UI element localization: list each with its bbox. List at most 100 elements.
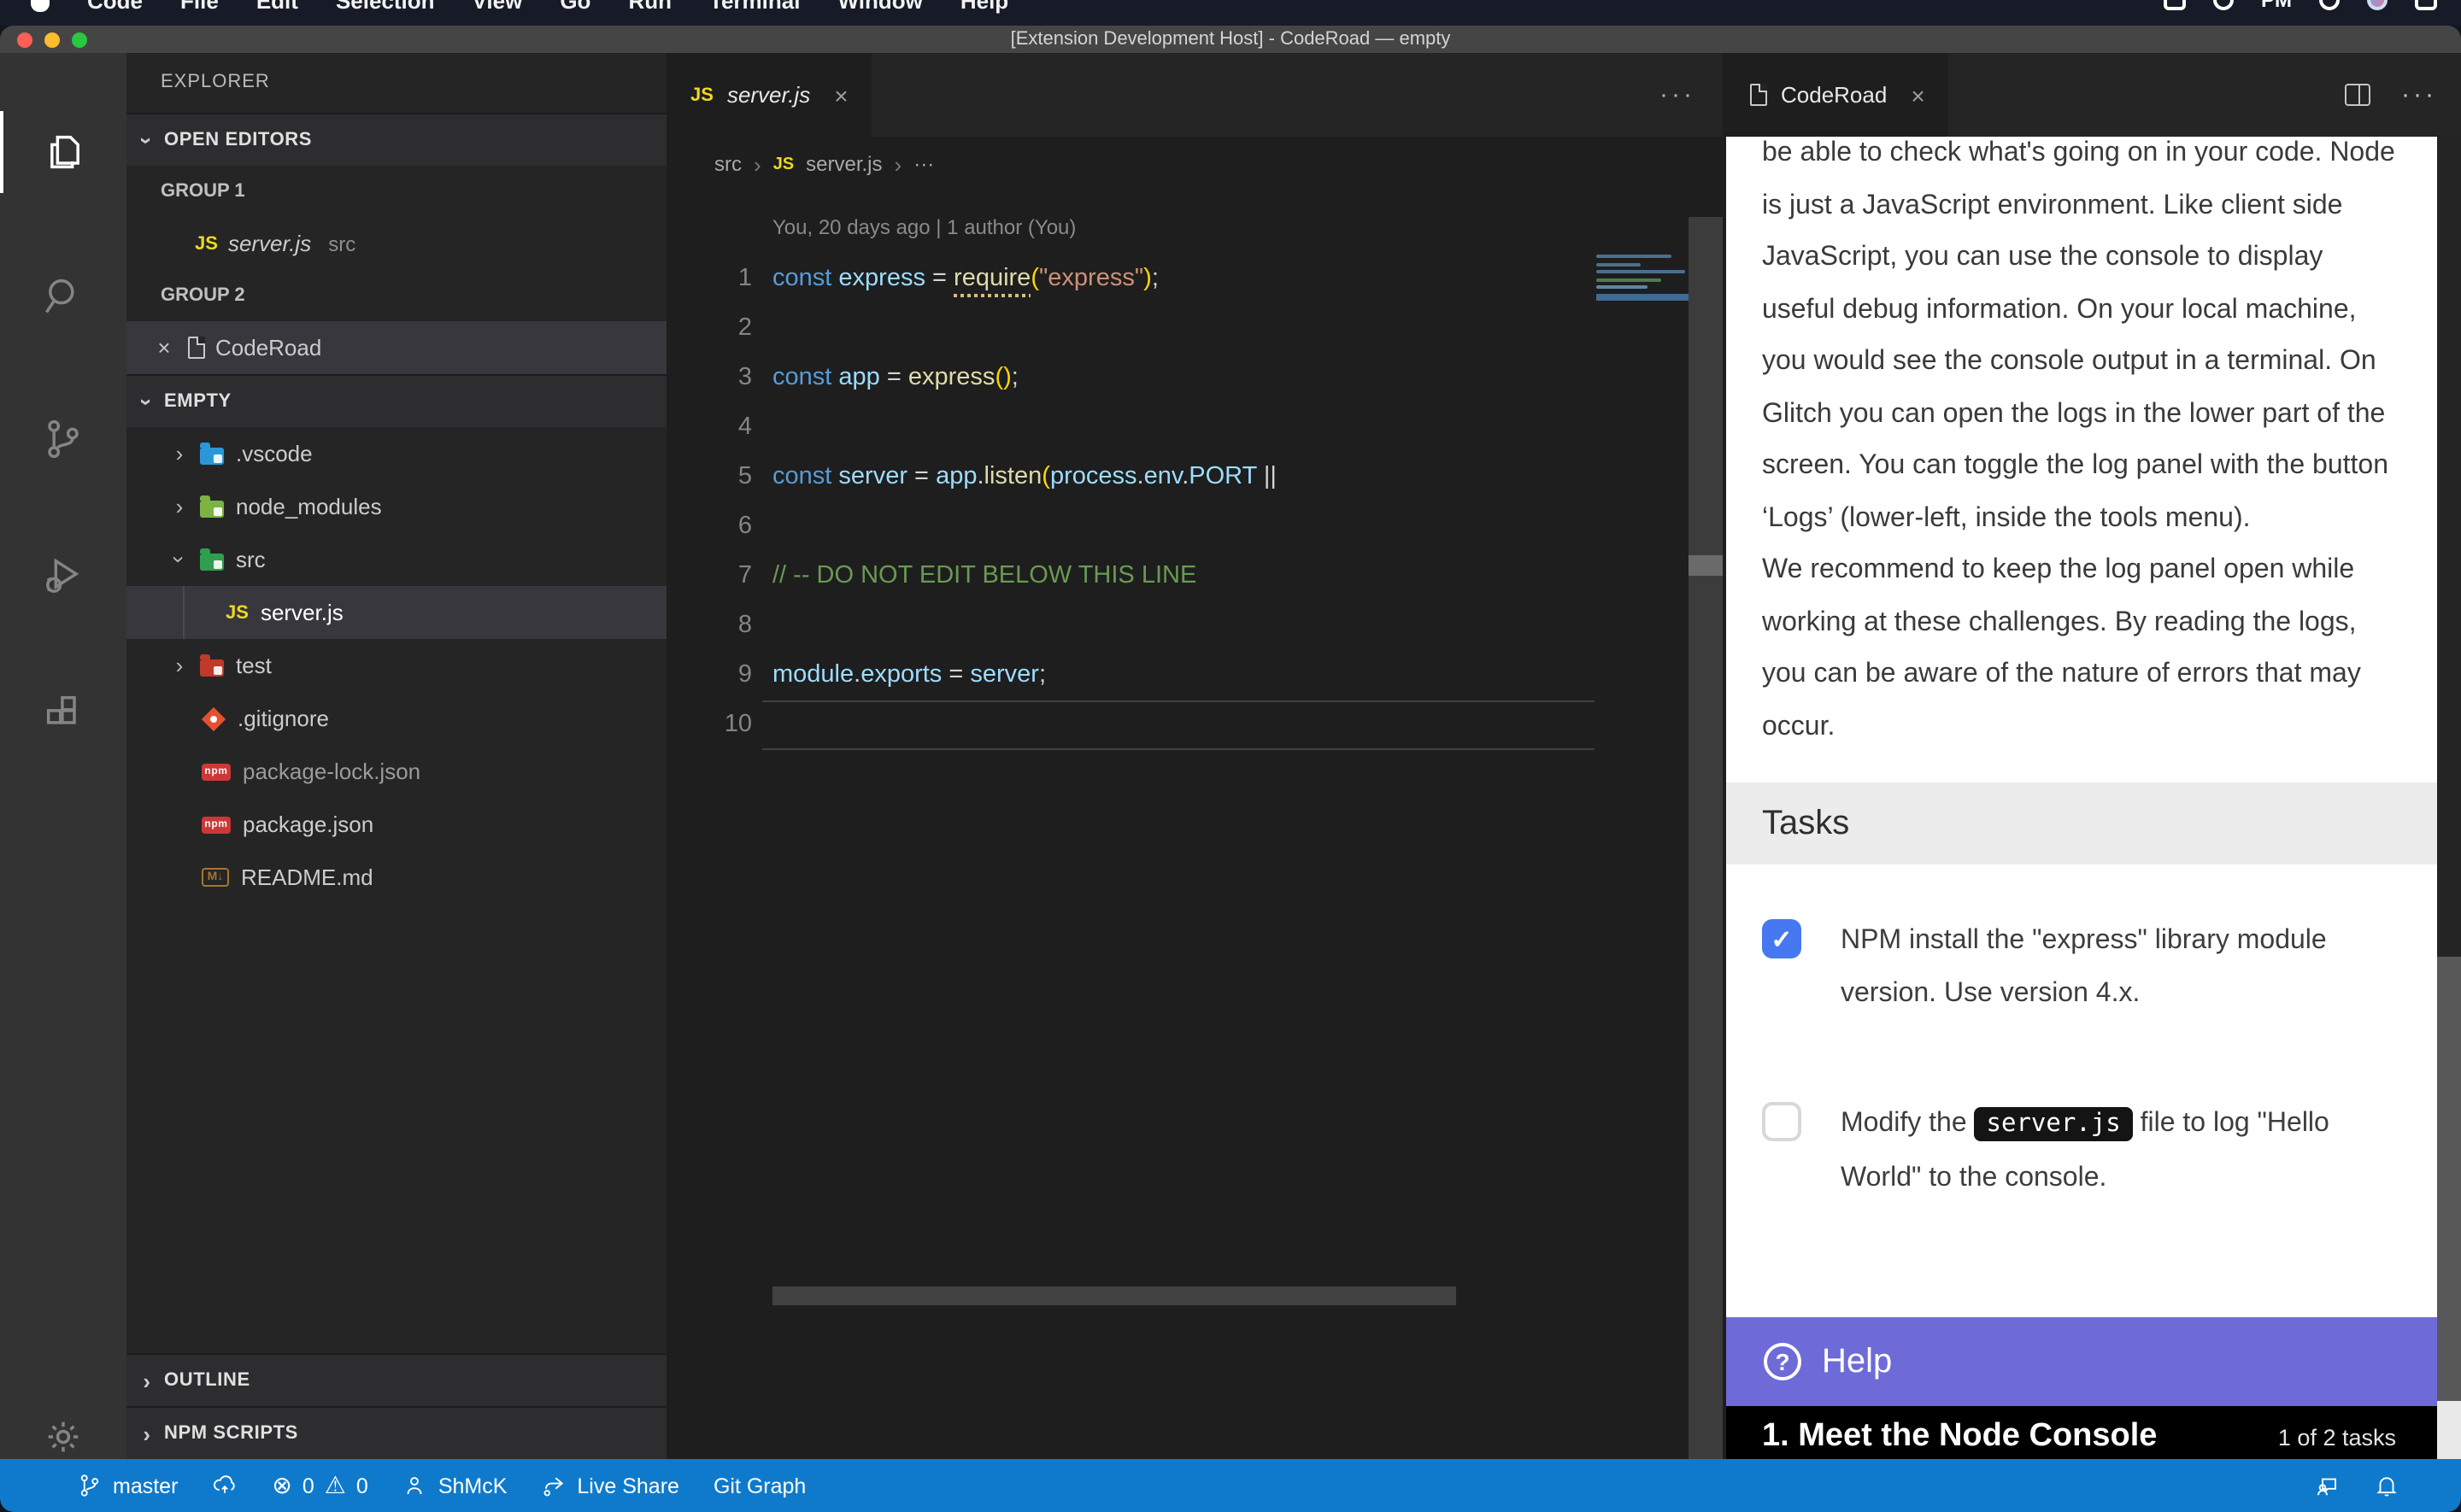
menu-item-window[interactable]: Window <box>837 0 922 13</box>
breadcrumb-separator-icon: › <box>895 151 902 177</box>
control-center-icon[interactable] <box>2415 0 2437 9</box>
code-line-6[interactable]: 6 <box>667 502 1723 552</box>
js-file-icon: JS <box>226 602 249 623</box>
macos-menu-bar: Code File Edit Selection View Go Run Ter… <box>0 0 2461 26</box>
notifications-button[interactable] <box>2374 1473 2399 1498</box>
menu-item-edit[interactable]: Edit <box>256 0 298 13</box>
live-share-button[interactable]: Live Share <box>541 1473 679 1498</box>
problems-status[interactable]: ⊗ 0 ⚠ 0 <box>272 1471 367 1500</box>
menu-item-file[interactable]: File <box>180 0 219 13</box>
tree-item-gitignore[interactable]: .gitignore <box>126 692 667 745</box>
git-graph-button[interactable]: Git Graph <box>714 1474 806 1497</box>
window-title-bar[interactable]: [Extension Development Host] - CodeRoad … <box>0 26 2461 53</box>
tree-item-readme[interactable]: M↓ README.md <box>126 851 667 904</box>
chevron-down-icon: › <box>134 130 160 150</box>
menu-item-go[interactable]: Go <box>560 0 590 13</box>
siri-icon[interactable] <box>2367 0 2388 10</box>
npm-icon: npm <box>202 816 231 833</box>
split-editor-icon[interactable] <box>2345 84 2370 106</box>
battery-icon[interactable] <box>2164 0 2186 9</box>
tab-coderoad[interactable]: CodeRoad × <box>1726 53 1949 137</box>
task-item-npm-install: ✓ NPM install the "express" library modu… <box>1762 914 2386 1020</box>
spotlight-icon[interactable] <box>2319 0 2340 10</box>
task-item-modify-server: Modify the server.js file to log "Hello … <box>1762 1097 2386 1204</box>
folder-section-header[interactable]: › EMPTY <box>126 374 667 427</box>
close-tab-icon[interactable]: × <box>834 81 848 108</box>
scrollbar-thumb[interactable] <box>2437 957 2461 1401</box>
activity-bar <box>0 53 126 1459</box>
webview-scrollbar[interactable] <box>2437 137 2461 1459</box>
screen: Code File Edit Selection View Go Run Ter… <box>0 0 2461 1512</box>
webview-file-icon <box>188 337 205 359</box>
code-line-7[interactable]: 7// -- DO NOT EDIT BELOW THIS LINE <box>667 552 1723 601</box>
editor-scrollbar[interactable] <box>1689 217 1723 1459</box>
menu-item-help[interactable]: Help <box>960 0 1008 13</box>
tree-item-server-js[interactable]: JS server.js <box>126 586 667 639</box>
vscode-window: [Extension Development Host] - CodeRoad … <box>0 26 2461 1512</box>
menu-item-code[interactable]: Code <box>87 0 143 13</box>
test-folder-icon <box>200 659 224 676</box>
close-tab-icon[interactable]: × <box>1911 81 1924 108</box>
code-line-1[interactable]: 1const express = require("express"); <box>667 255 1723 304</box>
tree-item-src[interactable]: › src <box>126 533 667 586</box>
editor-actions-more-icon[interactable]: ··· <box>1659 53 1695 137</box>
source-control-icon[interactable] <box>0 398 126 480</box>
editor-group-1-label: GROUP 1 <box>126 166 667 217</box>
sidebar-title: EXPLORER <box>126 53 667 113</box>
error-icon: ⊗ <box>272 1471 291 1500</box>
sync-changes-button[interactable] <box>212 1473 238 1498</box>
menu-item-terminal[interactable]: Terminal <box>709 0 800 13</box>
warning-icon: ⚠ <box>325 1471 346 1500</box>
open-editors-header[interactable]: › OPEN EDITORS <box>126 113 667 166</box>
code-line-5[interactable]: 5const server = app.listen(process.env.P… <box>667 453 1723 502</box>
tab-server-js[interactable]: JS server.js × <box>667 53 872 137</box>
horizontal-scrollbar[interactable] <box>772 1286 1456 1305</box>
code-editor[interactable]: 1const express = require("express");23co… <box>667 255 1723 750</box>
minimap[interactable] <box>1596 255 1689 460</box>
extensions-icon[interactable] <box>0 671 126 753</box>
gitlens-blame-annotation[interactable]: You, 20 days ago | 1 author (You) <box>772 215 1076 239</box>
checked-checkbox-icon[interactable]: ✓ <box>1762 919 1801 958</box>
search-icon[interactable] <box>0 255 126 337</box>
menu-item-view[interactable]: View <box>473 0 523 13</box>
code-line-2[interactable]: 2 <box>667 304 1723 354</box>
menu-item-run[interactable]: Run <box>628 0 672 13</box>
outline-header[interactable]: › OUTLINE <box>126 1353 667 1406</box>
wifi-icon[interactable] <box>2213 0 2234 10</box>
tree-item-node-modules[interactable]: › node_modules <box>126 480 667 533</box>
feedback-button[interactable] <box>2314 1473 2340 1498</box>
breadcrumb[interactable]: src › JS server.js › ··· <box>667 137 1723 191</box>
js-file-icon: JS <box>690 85 714 105</box>
close-icon[interactable]: × <box>150 335 178 360</box>
npm-scripts-header[interactable]: › NPM SCRIPTS <box>126 1406 667 1459</box>
open-editor-coderoad[interactable]: × CodeRoad <box>126 321 667 374</box>
git-branch-status[interactable]: master <box>77 1473 178 1498</box>
code-line-3[interactable]: 3const app = express(); <box>667 354 1723 403</box>
breadcrumb-separator-icon: › <box>754 151 761 177</box>
vscode-folder-icon <box>200 447 224 464</box>
tree-item-test[interactable]: › test <box>126 639 667 692</box>
code-line-8[interactable]: 8 <box>667 601 1723 651</box>
tree-item-vscode[interactable]: › .vscode <box>126 427 667 480</box>
run-debug-icon[interactable] <box>0 535 126 617</box>
help-button[interactable]: ? Help <box>1726 1317 2437 1406</box>
apple-icon[interactable] <box>31 0 50 11</box>
panel-more-icon[interactable]: ··· <box>2401 80 2437 109</box>
cloud-upload-icon <box>212 1473 238 1498</box>
code-line-9[interactable]: 9module.exports = server; <box>667 651 1723 700</box>
status-bar: master ⊗ 0 ⚠ 0 ShMcK Live Share <box>0 1459 2461 1512</box>
explorer-icon[interactable] <box>0 111 126 193</box>
editor-tab-bar: JS server.js × ··· <box>667 53 1723 137</box>
tree-item-package-json[interactable]: npm package.json <box>126 798 667 851</box>
chevron-right-icon: › <box>171 653 188 678</box>
unchecked-checkbox-icon[interactable] <box>1762 1102 1801 1141</box>
account-status[interactable]: ShMcK <box>402 1473 508 1498</box>
tree-item-package-lock[interactable]: npm package-lock.json <box>126 745 667 798</box>
code-line-10[interactable]: 10 <box>667 700 1723 750</box>
tasks-section-header: Tasks <box>1726 782 2437 864</box>
menu-clock[interactable]: PM <box>2261 0 2292 12</box>
menu-item-selection[interactable]: Selection <box>336 0 435 13</box>
open-editor-server-js[interactable]: JS server.js src <box>126 217 667 270</box>
code-line-4[interactable]: 4 <box>667 403 1723 453</box>
person-icon <box>402 1473 428 1498</box>
